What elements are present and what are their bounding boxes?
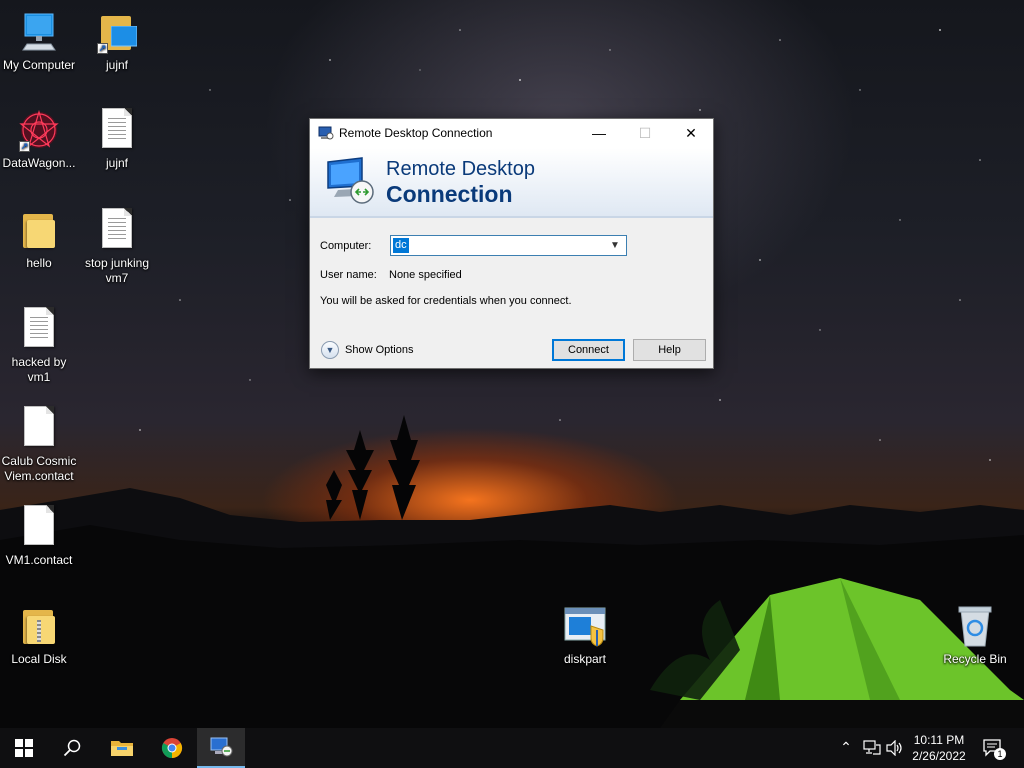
text-document-icon: [93, 208, 141, 254]
desktop-icon-label: hello: [26, 256, 52, 270]
credentials-info-text: You will be asked for credentials when y…: [320, 295, 572, 307]
clock[interactable]: 10:11 PM 2/26/2022: [900, 732, 978, 764]
diskpart-icon: [561, 604, 609, 650]
remote-desktop-icon: [318, 126, 334, 140]
username-label: User name:: [320, 269, 377, 281]
desktop-icon-recycle-bin[interactable]: Recycle Bin: [936, 604, 1014, 667]
desktop-icon-label: Recycle Bin: [943, 652, 1007, 666]
folder-icon: [15, 208, 63, 254]
show-options-label: Show Options: [345, 344, 414, 356]
contact-file-icon: [15, 505, 63, 551]
start-button[interactable]: [0, 728, 48, 768]
search-button[interactable]: [48, 728, 96, 768]
desktop-icon-calub-contact[interactable]: Calub Cosmic Viem.contact: [0, 406, 78, 484]
rdc-window[interactable]: Remote Desktop Connection — ☐ ✕ Remote D…: [309, 118, 714, 369]
desktop-icon-datawagon[interactable]: ↗ DataWagon...: [0, 108, 78, 171]
desktop-icon-jujnf-text[interactable]: jujnf: [78, 108, 156, 171]
rdc-banner: Remote Desktop Connection: [310, 148, 713, 218]
remote-desktop-icon: [210, 737, 233, 757]
show-options-toggle[interactable]: ▼ Show Options: [321, 341, 413, 359]
chevron-down-icon[interactable]: ▼: [608, 236, 622, 255]
computer-input[interactable]: dc: [393, 238, 409, 253]
desktop-icon-stop-junking-vm7[interactable]: stop junking vm7: [78, 208, 156, 286]
banner-title-line2: Connection: [386, 181, 513, 207]
maximize-button[interactable]: ☐: [622, 119, 668, 148]
file-explorer-button[interactable]: [98, 728, 146, 768]
search-icon: [63, 739, 81, 757]
action-center-button[interactable]: 1: [982, 738, 1006, 760]
connect-button[interactable]: Connect: [552, 339, 625, 361]
desktop-icon-diskpart[interactable]: diskpart: [546, 604, 624, 667]
banner-title-line1: Remote Desktop: [386, 158, 535, 180]
datawagon-shortcut-icon: ↗: [15, 108, 63, 154]
taskbar: ⌃ 10:11 PM 2/26/2022 1: [0, 728, 1024, 768]
desktop-icon-my-computer[interactable]: My Computer: [0, 10, 78, 73]
text-document-icon: [15, 307, 63, 353]
folder-shortcut-icon: ↗: [93, 10, 141, 56]
remote-desktop-taskbar-button[interactable]: [197, 728, 245, 768]
chevron-up-icon[interactable]: ⌃: [836, 739, 856, 756]
chrome-button[interactable]: [148, 728, 196, 768]
computer-icon: [15, 10, 63, 56]
desktop-icon-label: VM1.contact: [5, 553, 73, 567]
expand-chevron-icon[interactable]: ▼: [321, 341, 339, 359]
file-explorer-icon: [111, 741, 133, 756]
remote-desktop-logo-icon: [327, 157, 374, 204]
clock-date: 2/26/2022: [912, 749, 966, 763]
close-button[interactable]: ✕: [668, 119, 714, 148]
desktop-icon-label: diskpart: [563, 652, 607, 666]
desktop-icon-vm1-contact[interactable]: VM1.contact: [0, 505, 78, 568]
window-title: Remote Desktop Connection: [339, 126, 493, 140]
computer-label: Computer:: [320, 240, 372, 252]
desktop-icon-hello[interactable]: hello: [0, 208, 78, 271]
desktop-icon-label: DataWagon...: [2, 156, 76, 170]
network-icon[interactable]: [862, 740, 882, 756]
text-document-icon: [93, 108, 141, 154]
recycle-bin-icon: [951, 604, 999, 650]
contact-file-icon: [15, 406, 63, 452]
desktop-icon-local-disk[interactable]: Local Disk: [0, 604, 78, 667]
clock-time: 10:11 PM: [913, 733, 965, 747]
folder-icon: [15, 604, 63, 650]
help-button[interactable]: Help: [633, 339, 706, 361]
username-value: None specified: [389, 269, 462, 281]
desktop-icon-label: stop junking vm7: [84, 256, 150, 285]
start-icon: [15, 739, 33, 757]
chrome-icon: [161, 738, 183, 759]
desktop-icon-jujnf-folder[interactable]: ↗ jujnf: [78, 10, 156, 73]
desktop-icon-label: Calub Cosmic Viem.contact: [1, 454, 77, 483]
minimize-button[interactable]: —: [576, 119, 622, 148]
desktop-icon-label: My Computer: [2, 58, 76, 72]
desktop-icon-label: jujnf: [105, 156, 128, 170]
computer-combobox[interactable]: dc ▼: [390, 235, 627, 256]
desktop-icon-hacked-by-vm1[interactable]: hacked by vm1: [0, 307, 78, 385]
desktop-icon-label: jujnf: [105, 58, 128, 72]
title-bar[interactable]: Remote Desktop Connection — ☐ ✕: [310, 119, 713, 148]
desktop-icon-label: hacked by vm1: [11, 355, 67, 384]
notification-count-badge: 1: [994, 748, 1006, 760]
desktop-icon-label: Local Disk: [11, 652, 67, 666]
